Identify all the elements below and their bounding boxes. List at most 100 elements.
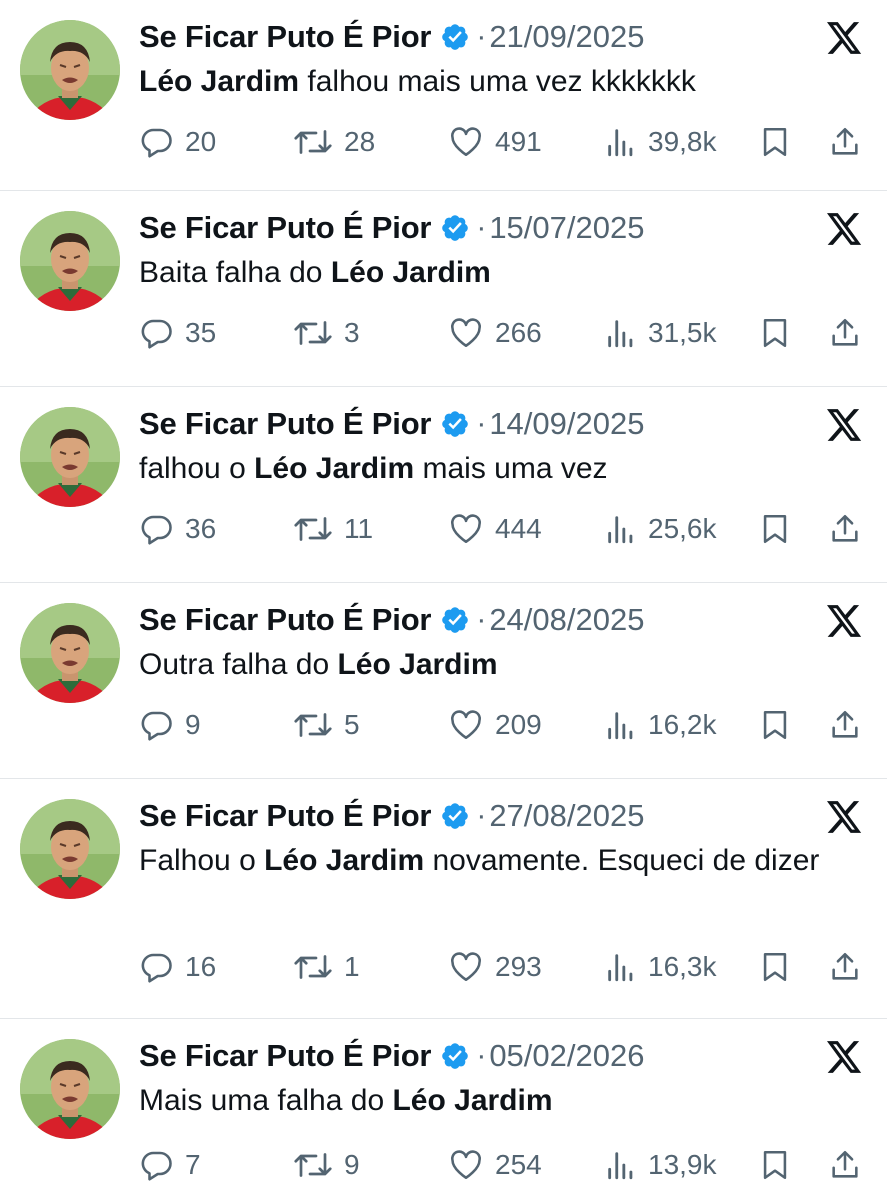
- tweet-card[interactable]: Se Ficar Puto É Pior · 21/09/2025 Léo Ja…: [0, 0, 887, 191]
- tweet-date[interactable]: 05/02/2026: [489, 1038, 644, 1074]
- tweet-date[interactable]: 21/09/2025: [489, 19, 644, 55]
- reply-button[interactable]: 20: [139, 122, 216, 162]
- tweet-text-part: Mais uma falha do: [139, 1084, 393, 1117]
- views-button[interactable]: 16,3k: [604, 947, 717, 987]
- like-button[interactable]: 293: [447, 947, 542, 987]
- reply-icon: [141, 128, 172, 158]
- avatar[interactable]: [20, 211, 120, 311]
- account-name[interactable]: Se Ficar Puto É Pior: [139, 798, 432, 834]
- share-button[interactable]: [828, 947, 862, 987]
- views-button[interactable]: 16,2k: [604, 705, 717, 745]
- tweet-card[interactable]: Se Ficar Puto É Pior · 24/08/2025 Outra …: [0, 583, 887, 779]
- tweet-date[interactable]: 14/09/2025: [489, 406, 644, 442]
- reply-button[interactable]: 16: [139, 947, 216, 987]
- bookmark-button[interactable]: [758, 947, 792, 987]
- tweet-card[interactable]: Se Ficar Puto É Pior · 15/07/2025 Baita …: [0, 191, 887, 387]
- tweet-header: Se Ficar Puto É Pior · 14/09/2025: [139, 402, 644, 446]
- avatar[interactable]: [20, 603, 120, 703]
- heart-icon: [451, 1150, 481, 1180]
- x-logo-icon[interactable]: [825, 603, 863, 639]
- retweet-button[interactable]: 28: [292, 122, 375, 162]
- x-logo-icon[interactable]: [825, 799, 863, 835]
- share-button[interactable]: [828, 705, 862, 745]
- x-logo-icon[interactable]: [825, 211, 863, 247]
- tweet-text-part: mais uma vez: [414, 452, 608, 485]
- retweet-count: 11: [344, 513, 374, 544]
- like-button[interactable]: 209: [447, 705, 542, 745]
- bookmark-button[interactable]: [758, 313, 792, 353]
- share-button[interactable]: [828, 313, 862, 353]
- account-name[interactable]: Se Ficar Puto É Pior: [139, 406, 432, 442]
- tweet-card[interactable]: Se Ficar Puto É Pior · 05/02/2026 Mais u…: [0, 1019, 887, 1200]
- tweet-text: falhou o Léo Jardim mais uma vez: [139, 447, 827, 490]
- mention-bold-text: Léo Jardim: [330, 256, 491, 289]
- reply-button[interactable]: 9: [139, 705, 201, 745]
- avatar[interactable]: [20, 20, 120, 120]
- views-button[interactable]: 39,8k: [604, 122, 717, 162]
- tweet-card[interactable]: Se Ficar Puto É Pior · 27/08/2025 Falhou…: [0, 779, 887, 1019]
- x-logo-icon[interactable]: [825, 1039, 863, 1075]
- verified-badge-icon: [440, 1041, 470, 1071]
- tweet-actions: 36 11 444 25,6k: [139, 509, 859, 549]
- reply-button[interactable]: 35: [139, 313, 216, 353]
- tweet-date[interactable]: 15/07/2025: [489, 210, 644, 246]
- heart-icon: [451, 318, 481, 348]
- retweet-icon: [294, 955, 332, 979]
- account-name[interactable]: Se Ficar Puto É Pior: [139, 210, 432, 246]
- views-icon: [608, 712, 633, 740]
- account-name[interactable]: Se Ficar Puto É Pior: [139, 1038, 432, 1074]
- retweet-button[interactable]: 5: [292, 705, 360, 745]
- tweet-text: Mais uma falha do Léo Jardim: [139, 1079, 827, 1122]
- bookmark-button[interactable]: [758, 509, 792, 549]
- verified-badge-icon: [440, 801, 470, 831]
- like-button[interactable]: 266: [447, 313, 542, 353]
- views-icon: [608, 320, 633, 348]
- like-button[interactable]: 444: [447, 509, 542, 549]
- like-button[interactable]: 491: [447, 122, 542, 162]
- retweet-button[interactable]: 3: [292, 313, 360, 353]
- like-count: 293: [495, 951, 542, 982]
- views-button[interactable]: 13,9k: [604, 1145, 717, 1185]
- share-button[interactable]: [828, 122, 862, 162]
- account-name[interactable]: Se Ficar Puto É Pior: [139, 602, 432, 638]
- separator-dot: ·: [476, 603, 487, 636]
- avatar[interactable]: [20, 407, 120, 507]
- avatar[interactable]: [20, 1039, 120, 1139]
- avatar[interactable]: [20, 799, 120, 899]
- tweet-text-part: Outra falha do: [139, 648, 338, 681]
- retweet-button[interactable]: 11: [292, 509, 373, 549]
- retweet-icon: [294, 321, 332, 345]
- tweet-card[interactable]: Se Ficar Puto É Pior · 14/09/2025 falhou…: [0, 387, 887, 583]
- share-icon: [832, 127, 858, 155]
- x-logo-icon[interactable]: [825, 20, 863, 56]
- separator-dot: ·: [476, 407, 487, 440]
- tweet-text-part: Baita falha do: [139, 256, 331, 289]
- tweet-date[interactable]: 27/08/2025: [489, 798, 644, 834]
- reply-icon: [141, 515, 172, 545]
- tweet-date[interactable]: 24/08/2025: [489, 602, 644, 638]
- views-button[interactable]: 31,5k: [604, 313, 717, 353]
- heart-icon: [451, 952, 481, 982]
- mention-bold-text: Léo Jardim: [392, 1084, 553, 1117]
- bookmark-button[interactable]: [758, 705, 792, 745]
- share-button[interactable]: [828, 509, 862, 549]
- views-count: 13,9k: [648, 1149, 717, 1180]
- tweet-text-part: falhou mais uma vez kkkkkkk: [299, 65, 696, 98]
- retweet-count: 1: [344, 951, 360, 982]
- bookmark-button[interactable]: [758, 1145, 792, 1185]
- reply-count: 36: [185, 513, 217, 544]
- reply-icon: [141, 953, 172, 983]
- like-button[interactable]: 254: [447, 1145, 542, 1185]
- retweet-button[interactable]: 9: [292, 1145, 360, 1185]
- views-count: 16,3k: [648, 951, 717, 982]
- reply-button[interactable]: 36: [139, 509, 216, 549]
- reply-button[interactable]: 7: [139, 1145, 201, 1185]
- views-button[interactable]: 25,6k: [604, 509, 717, 549]
- account-name[interactable]: Se Ficar Puto É Pior: [139, 19, 432, 55]
- bookmark-button[interactable]: [758, 122, 792, 162]
- share-button[interactable]: [828, 1145, 862, 1185]
- retweet-button[interactable]: 1: [292, 947, 360, 987]
- x-logo-icon[interactable]: [825, 407, 863, 443]
- retweet-icon: [294, 1153, 332, 1177]
- share-icon: [832, 710, 858, 738]
